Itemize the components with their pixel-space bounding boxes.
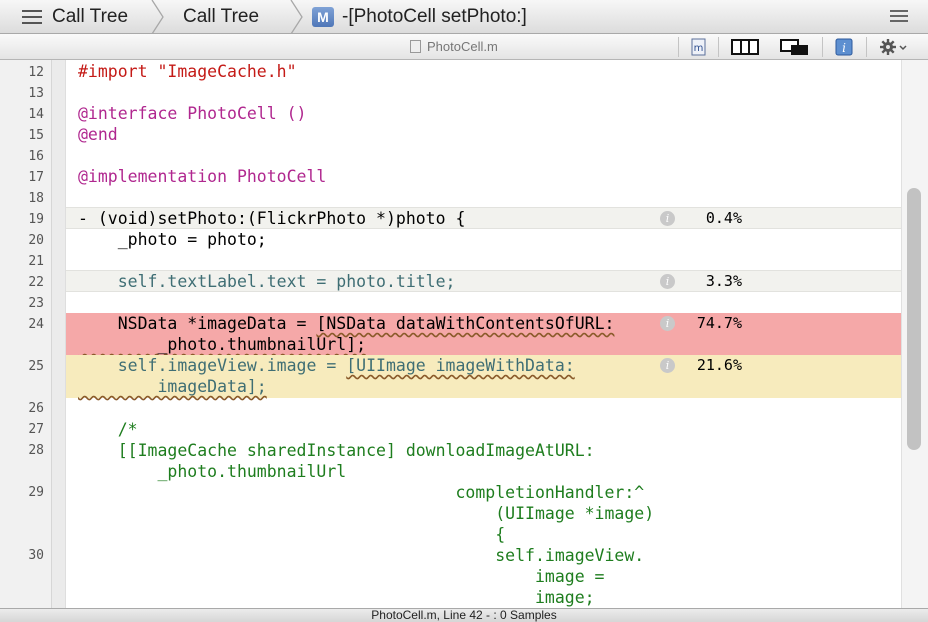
toolbar-divider: [718, 37, 719, 57]
file-name: PhotoCell.m: [427, 39, 498, 54]
scrollbar-thumb[interactable]: [907, 188, 921, 450]
info-icon[interactable]: i: [660, 316, 675, 331]
gear-icon[interactable]: [879, 38, 909, 56]
code-text-continuation: image;: [78, 588, 595, 607]
line-number: 29: [28, 485, 44, 500]
sample-percent: 74.7%: [696, 314, 742, 332]
crumb-label: Call Tree: [52, 6, 129, 27]
code-text: _photo = photo;: [78, 230, 267, 249]
code-line: _photo = photo;: [66, 229, 901, 250]
info-icon[interactable]: i: [660, 358, 675, 373]
vertical-scrollbar[interactable]: [901, 60, 928, 608]
code-line: @implementation PhotoCell: [66, 166, 901, 187]
crumb-label: -[PhotoCell setPhoto:]: [342, 6, 527, 27]
code-line: @end: [66, 124, 901, 145]
code-text-part: [NSData dataWithContentsOfURL:: [316, 314, 615, 333]
crumb-label: Call Tree: [183, 6, 260, 27]
editor-toolbar: PhotoCell.m m i: [0, 34, 928, 60]
line-number: 12: [28, 65, 44, 80]
line-number: 26: [28, 401, 44, 416]
code-text: - (void)setPhoto:(FlickrPhoto *)photo {: [78, 209, 466, 228]
method-icon: M: [312, 7, 334, 27]
sampled-line[interactable]: self.textLabel.text = photo.title; i 3.3…: [66, 270, 901, 292]
code-text-continuation: {: [78, 525, 506, 544]
warm-sampled-line[interactable]: self.imageView.image = [UIImage imageWit…: [66, 355, 901, 398]
line-number: 23: [28, 296, 44, 311]
line-number: 30: [28, 548, 44, 563]
code-area: #import "ImageCache.h" @interface PhotoC…: [66, 60, 901, 608]
source-file-icon[interactable]: m: [691, 38, 707, 56]
code-text-continuation: image =: [78, 567, 605, 586]
code-text-import: #import "ImageCache.h": [78, 62, 297, 81]
toolbar-divider: [822, 37, 823, 57]
line-number: 24: [28, 317, 44, 332]
line-number: 21: [28, 254, 44, 269]
code-line: self.imageView. image = image;: [66, 545, 901, 608]
toolbar-divider: [678, 37, 679, 57]
code-text-continuation: imageData];: [78, 377, 267, 396]
related-items-menu-icon[interactable]: [890, 9, 908, 23]
info-icon[interactable]: i: [660, 274, 675, 289]
code-line: [[ImageCache sharedInstance] downloadIma…: [66, 440, 901, 482]
sample-percent: 0.4%: [705, 209, 742, 227]
jump-bar-call-tree-root[interactable]: Call Tree: [22, 0, 128, 34]
info-inspector-icon[interactable]: i: [835, 38, 853, 56]
line-number: 28: [28, 443, 44, 458]
line-number: 15: [28, 128, 44, 143]
code-text-part: [UIImage imageWithData:: [346, 356, 575, 375]
code-text: completionHandler:^: [78, 483, 645, 502]
svg-text:i: i: [842, 41, 846, 55]
code-text: self.imageView.image = [UIImage imageWit…: [78, 355, 575, 376]
line-number: 22: [28, 275, 44, 290]
list-icon: [22, 9, 42, 25]
jump-bar: Call Tree Call Tree M -[PhotoCell setPho…: [0, 0, 928, 34]
info-icon[interactable]: i: [660, 211, 675, 226]
code-text: @interface PhotoCell (): [78, 104, 307, 123]
sample-percent: 21.6%: [696, 356, 742, 374]
code-text-part: self.imageView.image =: [78, 356, 347, 375]
sampled-line[interactable]: - (void)setPhoto:(FlickrPhoto *)photo { …: [66, 207, 901, 229]
sample-percent: 3.3%: [705, 272, 742, 290]
svg-text:m: m: [694, 43, 704, 54]
split-view-icon[interactable]: [731, 38, 759, 56]
source-editor[interactable]: #import "ImageCache.h" @interface PhotoC…: [0, 60, 928, 608]
line-number: 19: [28, 212, 44, 227]
file-icon: [410, 40, 421, 53]
status-bar: PhotoCell.m, Line 42 - : 0 Samples: [0, 608, 928, 622]
code-line: @interface PhotoCell (): [66, 103, 901, 124]
jump-bar-method[interactable]: M -[PhotoCell setPhoto:]: [312, 0, 527, 34]
line-number: 14: [28, 107, 44, 122]
code-text: @implementation PhotoCell: [78, 167, 327, 186]
code-text: /*: [78, 420, 138, 439]
code-text: self.imageView.: [78, 546, 645, 565]
line-number: 27: [28, 422, 44, 437]
code-text: [[ImageCache sharedInstance] downloadIma…: [78, 441, 595, 460]
crumb-separator-icon: [289, 0, 303, 34]
line-number: 20: [28, 233, 44, 248]
jump-bar-call-tree[interactable]: Call Tree: [183, 0, 259, 34]
line-number: 25: [28, 359, 44, 374]
crumb-separator-icon: [150, 0, 164, 34]
code-text-continuation: _photo.thumbnailUrl: [78, 462, 347, 481]
code-text: NSData *imageData = [NSData dataWithCont…: [78, 313, 615, 334]
file-title: PhotoCell.m: [410, 39, 498, 54]
overlap-view-icon[interactable]: [780, 38, 810, 56]
line-number: 13: [28, 86, 44, 101]
code-line: #import "ImageCache.h": [66, 61, 901, 82]
code-text-part: NSData *imageData =: [78, 314, 317, 333]
code-text-continuation: (UIImage *image): [78, 504, 655, 523]
code-folding-ribbon[interactable]: [52, 60, 66, 608]
toolbar-divider: [866, 37, 867, 57]
code-text-continuation: _photo.thumbnailUrl];: [78, 335, 367, 354]
code-text: @end: [78, 125, 118, 144]
line-number: 17: [28, 170, 44, 185]
hot-sampled-line[interactable]: NSData *imageData = [NSData dataWithCont…: [66, 313, 901, 355]
line-number: 18: [28, 191, 44, 206]
status-text: PhotoCell.m, Line 42 - : 0 Samples: [371, 608, 557, 622]
code-line: completionHandler:^ (UIImage *image) {: [66, 482, 901, 545]
code-text: self.textLabel.text = photo.title;: [78, 272, 456, 291]
line-number: 16: [28, 149, 44, 164]
code-line: /*: [66, 419, 901, 440]
code-text: #import "ImageCache.h": [78, 61, 297, 82]
